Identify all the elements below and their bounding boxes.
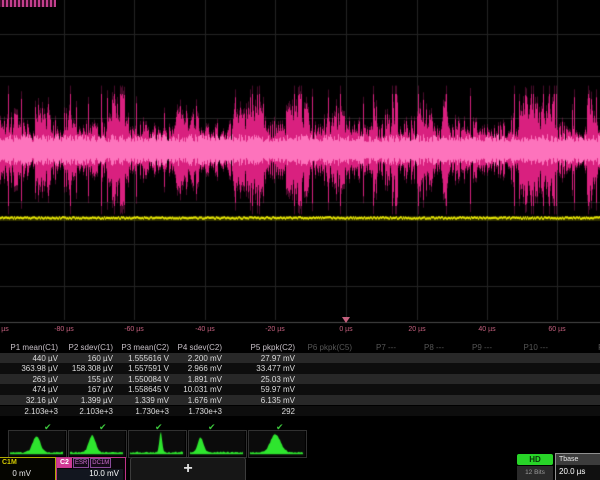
c2-channel-badge: C2 xyxy=(57,458,72,468)
timebase-title: Tbase xyxy=(556,454,600,465)
c2-coupling-badge: DC1M xyxy=(90,458,111,468)
c1-descriptor[interactable]: C1M 0 mV xyxy=(0,457,56,480)
c2-descriptor[interactable]: C2 ESR DC1M 10.0 mV xyxy=(56,457,126,480)
oscilloscope-screen: -100 µs-80 µs-60 µs-40 µs-20 µs0 µs20 µs… xyxy=(0,0,600,480)
c1-scale-value: 0 mV xyxy=(0,469,31,478)
plus-icon: + xyxy=(183,460,192,477)
hd-bits-label: 12 Bits xyxy=(517,466,553,480)
c1-coupling-badge: C1M xyxy=(2,459,17,466)
c2-esr-badge: ESR xyxy=(73,458,89,468)
add-trace-button[interactable]: + xyxy=(130,457,246,480)
hd-mode-badge[interactable]: HD xyxy=(517,454,553,465)
c2-scale-value: 10.0 mV xyxy=(57,469,123,480)
footer-bar: C1M 0 mV C2 ESR DC1M 10.0 mV + HD 12 Bit… xyxy=(0,0,600,480)
timebase-scale-value: 20.0 µs xyxy=(556,465,600,476)
timebase-descriptor[interactable]: Tbase 20.0 µs xyxy=(555,453,600,480)
